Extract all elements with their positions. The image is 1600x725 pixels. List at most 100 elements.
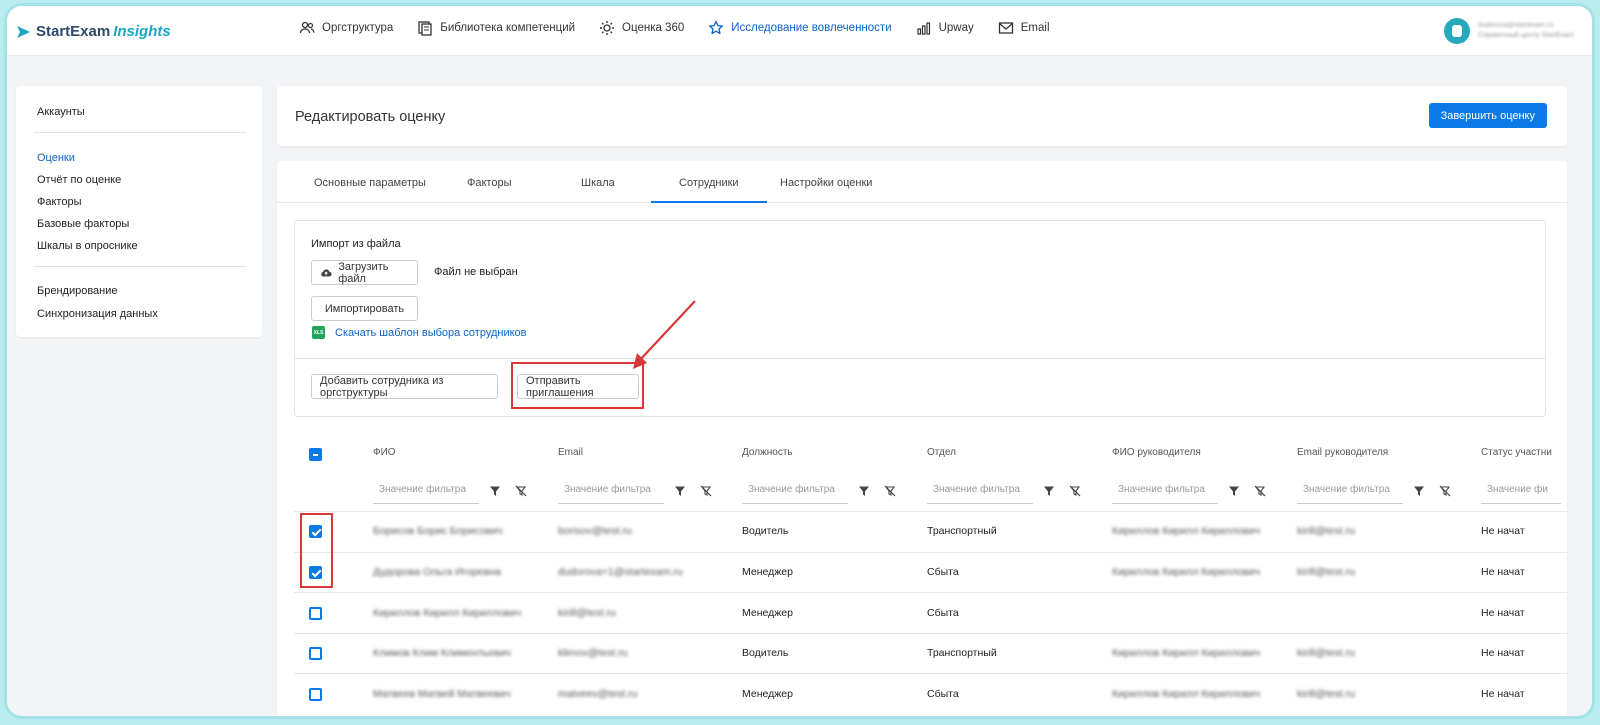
- clear-filter-icon[interactable]: [884, 485, 896, 497]
- tab-employees[interactable]: Сотрудники: [651, 177, 767, 203]
- cell-email: dudorova+1@startexam.ru: [558, 566, 683, 578]
- settings-sun-icon: [600, 21, 615, 35]
- nav-engagement-study[interactable]: Исследование вовлеченности: [708, 20, 892, 36]
- bar-chart-icon: [917, 22, 930, 35]
- clear-filter-icon[interactable]: [1254, 485, 1266, 497]
- filter-input-name[interactable]: Значение фильтра: [373, 478, 479, 504]
- column-header-manager-name[interactable]: ФИО руководителя: [1112, 447, 1201, 458]
- xls-file-icon: XLS: [312, 326, 325, 339]
- user-org: Справочный центр StartExam: [1478, 32, 1574, 39]
- sidebar-item-assessments[interactable]: Оценки: [37, 152, 75, 164]
- select-all-checkbox[interactable]: [309, 448, 322, 461]
- row-checkbox[interactable]: [309, 647, 322, 660]
- cell-position: Менеджер: [742, 688, 793, 700]
- cell-email: klimov@test.ru: [558, 647, 628, 659]
- nav-label: Email: [1020, 22, 1050, 34]
- tab-scale[interactable]: Шкала: [581, 177, 615, 189]
- page-header: Редактировать оценку Завершить оценку: [277, 86, 1567, 146]
- template-download[interactable]: XLS Скачать шаблон выбора сотрудников: [312, 326, 527, 339]
- logo-mark-icon: [17, 25, 30, 38]
- upload-file-button[interactable]: Загрузить файл: [311, 260, 418, 285]
- clear-filter-icon[interactable]: [515, 485, 527, 497]
- cell-manager-email: kirill@test.ru: [1297, 688, 1355, 700]
- upload-file-label: Загрузить файл: [338, 260, 389, 285]
- app-window: StartExam Insights Оргструктура Библиоте…: [4, 3, 1595, 719]
- cell-name: Климов Клим Климентьевич: [373, 647, 511, 659]
- column-header-manager-email[interactable]: Email руководителя: [1297, 447, 1388, 458]
- filter-input-manager-email[interactable]: Значение фильтра: [1297, 478, 1403, 504]
- tab-main-params[interactable]: Основные параметры: [314, 177, 426, 189]
- no-file-text: Файл не выбран: [434, 266, 518, 278]
- cell-status: Не начат: [1481, 607, 1525, 619]
- sidebar-item-branding[interactable]: Брендирование: [37, 285, 118, 297]
- column-header-name[interactable]: ФИО: [373, 447, 396, 458]
- cell-manager-name: Кириллов Кирилл Кириллович: [1112, 688, 1261, 700]
- cell-email: borisov@test.ru: [558, 525, 632, 537]
- row-divider: [294, 592, 1567, 593]
- cell-department: Сбыта: [927, 566, 959, 578]
- cell-manager-email: kirill@test.ru: [1297, 525, 1355, 537]
- filter-icon[interactable]: [674, 485, 686, 497]
- filter-icon[interactable]: [1413, 485, 1425, 497]
- nav-competency-library[interactable]: Библиотека компетенций: [417, 20, 575, 36]
- filter-icon[interactable]: [858, 485, 870, 497]
- filter-icon[interactable]: [1228, 485, 1240, 497]
- user-info: dudorova@startexam.ru Справочный центр S…: [1478, 21, 1574, 41]
- column-header-email[interactable]: Email: [558, 447, 583, 458]
- cell-manager-email: kirill@test.ru: [1297, 647, 1355, 659]
- row-divider: [294, 633, 1567, 634]
- tab-assessment-settings[interactable]: Настройки оценки: [780, 177, 872, 189]
- nav-label: Оценка 360: [622, 22, 685, 34]
- filter-input-status[interactable]: Значение фи: [1481, 478, 1561, 504]
- sidebar: Аккаунты Оценки Отчёт по оценке Факторы …: [16, 86, 262, 337]
- filter-icon[interactable]: [489, 485, 501, 497]
- section-divider: [295, 358, 1545, 359]
- row-checkbox[interactable]: [309, 688, 322, 701]
- cell-name: Борисов Борис Борисович: [373, 525, 503, 537]
- nav-email[interactable]: Email: [998, 20, 1050, 36]
- nav-label: Исследование вовлеченности: [731, 22, 892, 34]
- import-button[interactable]: Импортировать: [311, 296, 418, 321]
- tab-factors[interactable]: Факторы: [467, 177, 511, 189]
- finish-assessment-button[interactable]: Завершить оценку: [1428, 103, 1547, 128]
- brand-logo[interactable]: StartExam Insights: [16, 23, 171, 40]
- sidebar-item-accounts[interactable]: Аккаунты: [37, 106, 85, 118]
- page-title: Редактировать оценку: [295, 109, 446, 125]
- cell-status: Не начат: [1481, 647, 1525, 659]
- cell-department: Транспортный: [927, 525, 997, 537]
- clear-filter-icon[interactable]: [1439, 485, 1451, 497]
- sidebar-item-data-sync[interactable]: Синхронизация данных: [37, 308, 158, 320]
- brand-suffix: Insights: [113, 23, 171, 40]
- add-from-orgstructure-button[interactable]: Добавить сотрудника из оргструктуры: [311, 374, 498, 399]
- user-menu[interactable]: dudorova@startexam.ru Справочный центр S…: [1444, 18, 1574, 44]
- cell-status: Не начат: [1481, 688, 1525, 700]
- clear-filter-icon[interactable]: [1069, 485, 1081, 497]
- sidebar-divider: [34, 132, 246, 133]
- nav-orgstructure[interactable]: Оргструктура: [299, 20, 393, 36]
- main-panel: Основные параметры Факторы Шкала Сотрудн…: [277, 161, 1567, 716]
- column-header-department[interactable]: Отдел: [927, 447, 956, 458]
- sidebar-item-base-factors[interactable]: Базовые факторы: [37, 218, 129, 230]
- cell-department: Сбыта: [927, 688, 959, 700]
- cell-manager-name: Кириллов Кирилл Кириллович: [1112, 566, 1261, 578]
- user-email: dudorova@startexam.ru: [1478, 22, 1554, 29]
- filter-icon[interactable]: [1043, 485, 1055, 497]
- row-checkbox[interactable]: [309, 607, 322, 620]
- nav-upway[interactable]: Upway: [916, 20, 974, 36]
- row-divider: [294, 511, 1567, 512]
- filter-input-manager-name[interactable]: Значение фильтра: [1112, 478, 1218, 504]
- sidebar-item-scales[interactable]: Шкалы в опроснике: [37, 240, 138, 252]
- sidebar-item-factors[interactable]: Факторы: [37, 196, 81, 208]
- download-template-link[interactable]: Скачать шаблон выбора сотрудников: [335, 327, 527, 339]
- sidebar-item-report[interactable]: Отчёт по оценке: [37, 174, 121, 186]
- cell-department: Сбыта: [927, 607, 959, 619]
- nav-assessment-360[interactable]: Оценка 360: [599, 20, 684, 36]
- column-header-status[interactable]: Статус участни: [1481, 447, 1552, 458]
- clear-filter-icon[interactable]: [700, 485, 712, 497]
- avatar[interactable]: [1444, 18, 1471, 44]
- column-header-position[interactable]: Должность: [742, 447, 793, 458]
- filter-input-position[interactable]: Значение фильтра: [742, 478, 848, 504]
- filter-input-email[interactable]: Значение фильтра: [558, 478, 664, 504]
- filter-input-department[interactable]: Значение фильтра: [927, 478, 1033, 504]
- mail-icon: [998, 22, 1013, 34]
